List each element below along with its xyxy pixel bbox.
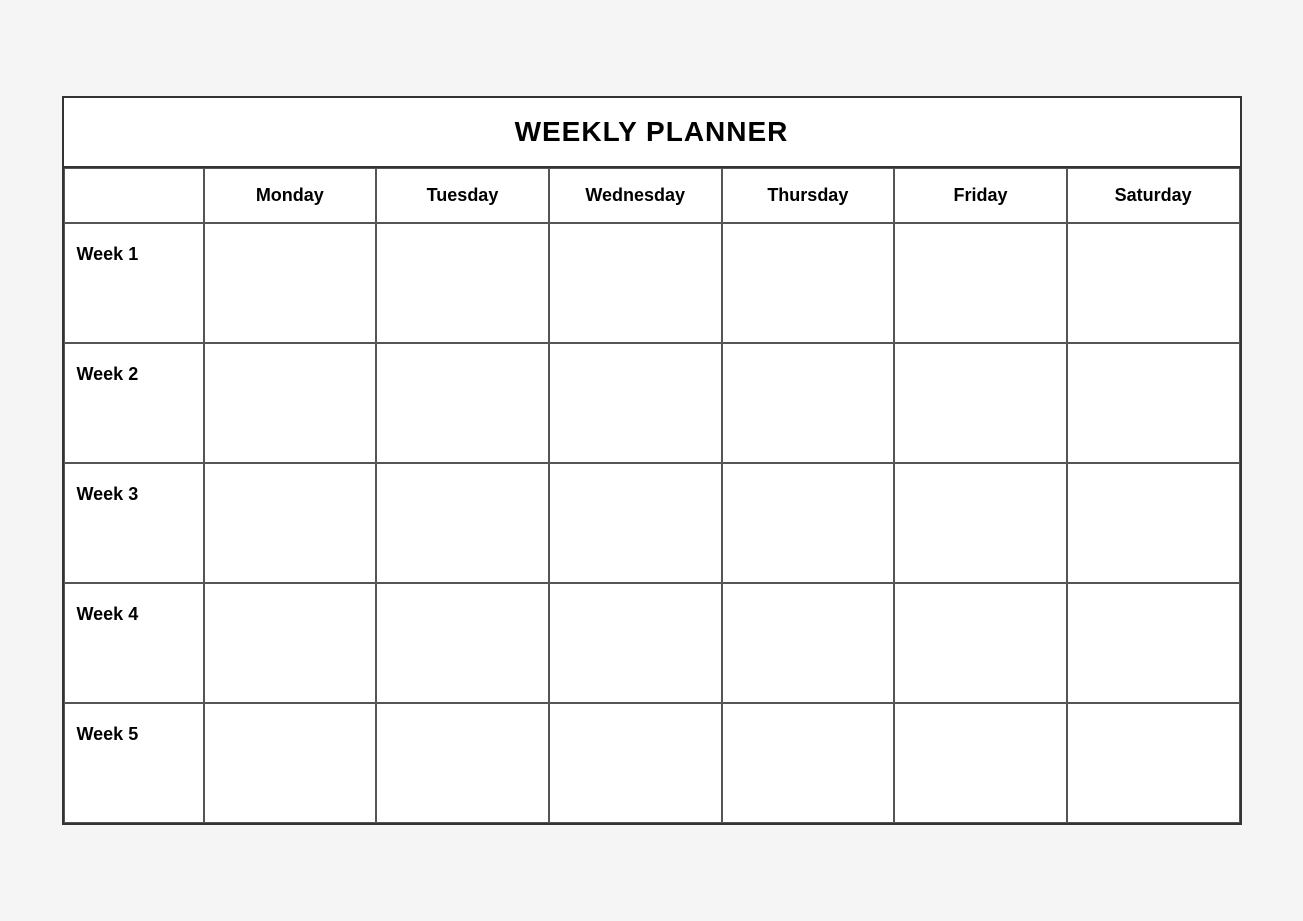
planner-container: WEEKLY PLANNER Monday Tuesday Wednesday … [62,96,1242,825]
week-2-label: Week 2 [64,343,204,463]
week-5-monday[interactable] [204,703,377,823]
week-1-wednesday[interactable] [549,223,722,343]
week-2-monday[interactable] [204,343,377,463]
week-5-friday[interactable] [894,703,1067,823]
planner-grid: Monday Tuesday Wednesday Thursday Friday… [64,168,1240,823]
week-5-tuesday[interactable] [376,703,549,823]
header-tuesday: Tuesday [376,168,549,223]
week-1-label: Week 1 [64,223,204,343]
week-3-saturday[interactable] [1067,463,1240,583]
week-4-saturday[interactable] [1067,583,1240,703]
header-saturday: Saturday [1067,168,1240,223]
corner-cell [64,168,204,223]
week-5-saturday[interactable] [1067,703,1240,823]
planner-title-row: WEEKLY PLANNER [64,98,1240,168]
week-1-tuesday[interactable] [376,223,549,343]
planner-title: WEEKLY PLANNER [515,116,789,147]
header-friday: Friday [894,168,1067,223]
week-2-thursday[interactable] [722,343,895,463]
week-5-wednesday[interactable] [549,703,722,823]
week-2-friday[interactable] [894,343,1067,463]
week-4-label: Week 4 [64,583,204,703]
week-4-monday[interactable] [204,583,377,703]
week-4-thursday[interactable] [722,583,895,703]
week-3-label: Week 3 [64,463,204,583]
week-1-monday[interactable] [204,223,377,343]
week-2-saturday[interactable] [1067,343,1240,463]
week-3-tuesday[interactable] [376,463,549,583]
week-5-label: Week 5 [64,703,204,823]
week-3-thursday[interactable] [722,463,895,583]
week-3-friday[interactable] [894,463,1067,583]
week-4-wednesday[interactable] [549,583,722,703]
header-thursday: Thursday [722,168,895,223]
week-3-monday[interactable] [204,463,377,583]
week-2-wednesday[interactable] [549,343,722,463]
header-wednesday: Wednesday [549,168,722,223]
week-4-tuesday[interactable] [376,583,549,703]
week-4-friday[interactable] [894,583,1067,703]
week-3-wednesday[interactable] [549,463,722,583]
header-monday: Monday [204,168,377,223]
week-1-thursday[interactable] [722,223,895,343]
week-5-thursday[interactable] [722,703,895,823]
week-2-tuesday[interactable] [376,343,549,463]
week-1-saturday[interactable] [1067,223,1240,343]
week-1-friday[interactable] [894,223,1067,343]
